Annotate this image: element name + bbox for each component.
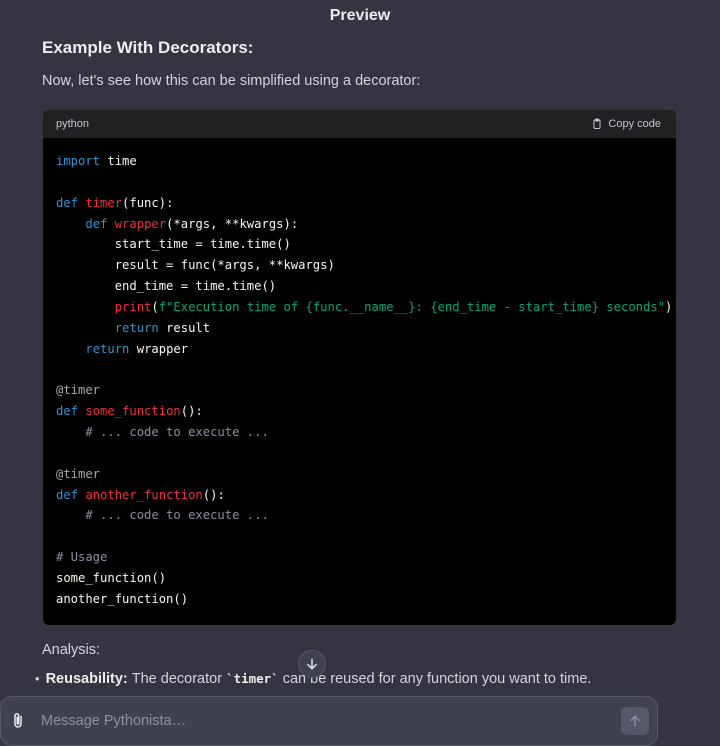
code-line: # ... code to execute ... — [56, 422, 676, 443]
code-token: (func): — [122, 195, 174, 210]
bullet-dot: • — [35, 671, 40, 686]
message-composer — [0, 696, 658, 746]
analysis-label: Analysis: — [42, 642, 101, 658]
bullet-label: Reusability: — [45, 671, 128, 687]
code-token: another_function — [85, 487, 203, 502]
code-token: # Usage — [56, 550, 108, 565]
code-line: another_function() — [56, 589, 676, 610]
code-token: time — [100, 154, 137, 168]
code-token: timer — [85, 195, 123, 210]
copy-code-button[interactable]: Copy code — [591, 118, 661, 130]
code-token: # ... code to execute ... — [85, 424, 269, 439]
intro-text: Now, let's see how this can be simplifie… — [42, 73, 421, 89]
code-token: def — [56, 487, 79, 502]
code-token: return — [85, 341, 130, 356]
code-token: def — [56, 195, 79, 210]
code-token: (): — [202, 487, 225, 502]
inline-code: `timer` — [226, 671, 279, 686]
code-line: some_function() — [56, 568, 676, 589]
scroll-to-bottom-button[interactable] — [298, 650, 326, 678]
code-line: def timer(func): — [56, 193, 676, 214]
arrow-down-icon — [307, 658, 317, 670]
copy-code-label: Copy code — [608, 118, 661, 130]
code-token: some_function — [85, 404, 181, 419]
code-line: @timer — [56, 380, 676, 401]
code-line: start_time = time.time() — [56, 234, 676, 255]
code-token: return — [114, 320, 159, 335]
code-language-label: python — [56, 118, 90, 130]
code-token: wrapper — [129, 341, 189, 356]
code-token: ( — [151, 299, 159, 314]
code-token: f"Execution time of {func.__name__}: {en… — [158, 299, 666, 314]
code-token: (): — [180, 404, 203, 419]
code-token: result — [158, 320, 211, 335]
code-line: print(f"Execution time of {func.__name__… — [56, 297, 676, 318]
code-block: python Copy code import time def timer(fu… — [43, 110, 676, 625]
code-line: def another_function(): — [56, 485, 676, 506]
header-title: Preview — [329, 7, 391, 24]
code-token: print — [114, 299, 152, 314]
code-token: @timer — [56, 466, 101, 481]
send-button[interactable] — [621, 707, 649, 735]
code-line: import time — [56, 151, 676, 172]
bullet-text-before: The decorator — [131, 671, 223, 687]
code-line: return result — [56, 318, 676, 339]
message-input[interactable] — [39, 709, 603, 733]
code-token: end_time = time.time() — [56, 279, 277, 294]
bullet-text-after: can be reused for any function you want … — [282, 671, 592, 687]
code-line: end_time = time.time() — [56, 276, 676, 297]
code-token: def — [56, 404, 79, 419]
code-token: import — [56, 154, 101, 168]
code-line: # Usage — [56, 547, 676, 568]
code-line: result = func(*args, **kwargs) — [56, 255, 676, 276]
code-token: start_time = time.time() — [56, 237, 291, 252]
code-token: some_function() — [56, 570, 167, 585]
preview-header: Preview — [0, 0, 720, 32]
code-line: return wrapper — [56, 339, 676, 360]
clipboard-icon — [593, 118, 601, 129]
code-line: def wrapper(*args, **kwargs): — [56, 214, 676, 235]
code-token: # ... code to execute ... — [85, 508, 269, 523]
code-token: @timer — [56, 383, 101, 398]
code-token: def — [85, 216, 108, 231]
code-token: another_function() — [56, 591, 189, 606]
code-header: python Copy code — [43, 110, 676, 138]
code-line: def some_function(): — [56, 401, 676, 422]
section-heading: Example With Decorators: — [42, 38, 254, 57]
code-token: (*args, **kwargs): — [166, 216, 299, 231]
paperclip-icon[interactable] — [9, 711, 27, 731]
code-content: import time def timer(func): def wrapper(… — [43, 138, 676, 610]
code-line: # ... code to execute ... — [56, 505, 676, 526]
code-token: ) — [665, 299, 673, 314]
arrow-up-icon — [630, 715, 640, 727]
code-line: @timer — [56, 464, 676, 485]
code-token: wrapper — [114, 216, 167, 231]
code-token: result = func(*args, **kwargs) — [56, 258, 335, 273]
